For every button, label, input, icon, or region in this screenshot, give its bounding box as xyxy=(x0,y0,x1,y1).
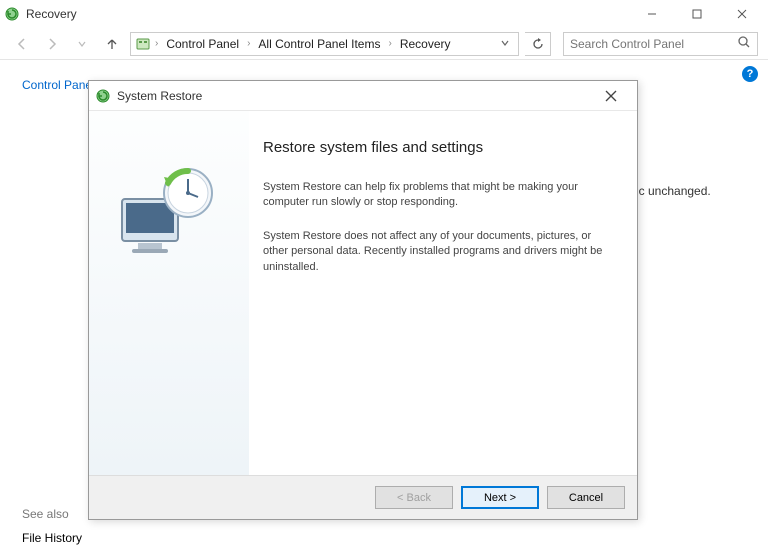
dialog-footer: < Back Next > Cancel xyxy=(89,475,637,519)
recovery-app-icon xyxy=(4,6,20,22)
refresh-button[interactable] xyxy=(525,32,551,56)
dialog-titlebar[interactable]: System Restore xyxy=(89,81,637,111)
dialog-body: Restore system files and settings System… xyxy=(89,111,637,475)
search-icon[interactable] xyxy=(737,35,751,52)
navigation-bar: › Control Panel › All Control Panel Item… xyxy=(0,28,768,60)
main-window-title: Recovery xyxy=(26,7,77,21)
system-restore-dialog: System Restore R xyxy=(88,80,638,520)
breadcrumb-all-items[interactable]: All Control Panel Items xyxy=(254,37,384,51)
window-controls xyxy=(629,0,764,28)
main-window-titlebar: Recovery xyxy=(0,0,768,28)
wizard-paragraph-2: System Restore does not affect any of yo… xyxy=(263,229,611,275)
maximize-button[interactable] xyxy=(674,0,719,28)
cancel-button[interactable]: Cancel xyxy=(547,486,625,509)
back-button: < Back xyxy=(375,486,453,509)
see-also-label: See also xyxy=(22,507,69,521)
chevron-right-icon[interactable]: › xyxy=(245,38,252,49)
dialog-title: System Restore xyxy=(117,89,202,103)
close-button[interactable] xyxy=(719,0,764,28)
recent-locations-button[interactable] xyxy=(70,32,94,56)
back-arrow-button[interactable] xyxy=(10,32,34,56)
forward-arrow-button[interactable] xyxy=(40,32,64,56)
up-arrow-button[interactable] xyxy=(100,32,124,56)
file-history-link[interactable]: File History xyxy=(22,531,82,545)
wizard-paragraph-1: System Restore can help fix problems tha… xyxy=(263,180,611,211)
address-bar[interactable]: › Control Panel › All Control Panel Item… xyxy=(130,32,519,56)
wizard-sidebar xyxy=(89,111,249,475)
minimize-button[interactable] xyxy=(629,0,674,28)
search-input[interactable] xyxy=(570,37,737,51)
breadcrumb-control-panel[interactable]: Control Panel xyxy=(162,37,243,51)
help-icon[interactable]: ? xyxy=(742,66,758,82)
chevron-right-icon[interactable]: › xyxy=(153,38,160,49)
next-button[interactable]: Next > xyxy=(461,486,539,509)
system-restore-icon xyxy=(95,88,111,104)
address-dropdown-button[interactable] xyxy=(496,37,514,51)
restore-wizard-graphic-icon xyxy=(114,161,224,271)
chevron-right-icon[interactable]: › xyxy=(386,38,393,49)
breadcrumb-recovery[interactable]: Recovery xyxy=(396,37,455,51)
background-text-fragment: ic unchanged. xyxy=(636,184,711,198)
search-box[interactable] xyxy=(563,32,758,56)
wizard-content: Restore system files and settings System… xyxy=(249,111,637,475)
control-panel-icon xyxy=(135,36,151,52)
dialog-close-button[interactable] xyxy=(591,82,631,110)
wizard-heading: Restore system files and settings xyxy=(263,139,611,156)
